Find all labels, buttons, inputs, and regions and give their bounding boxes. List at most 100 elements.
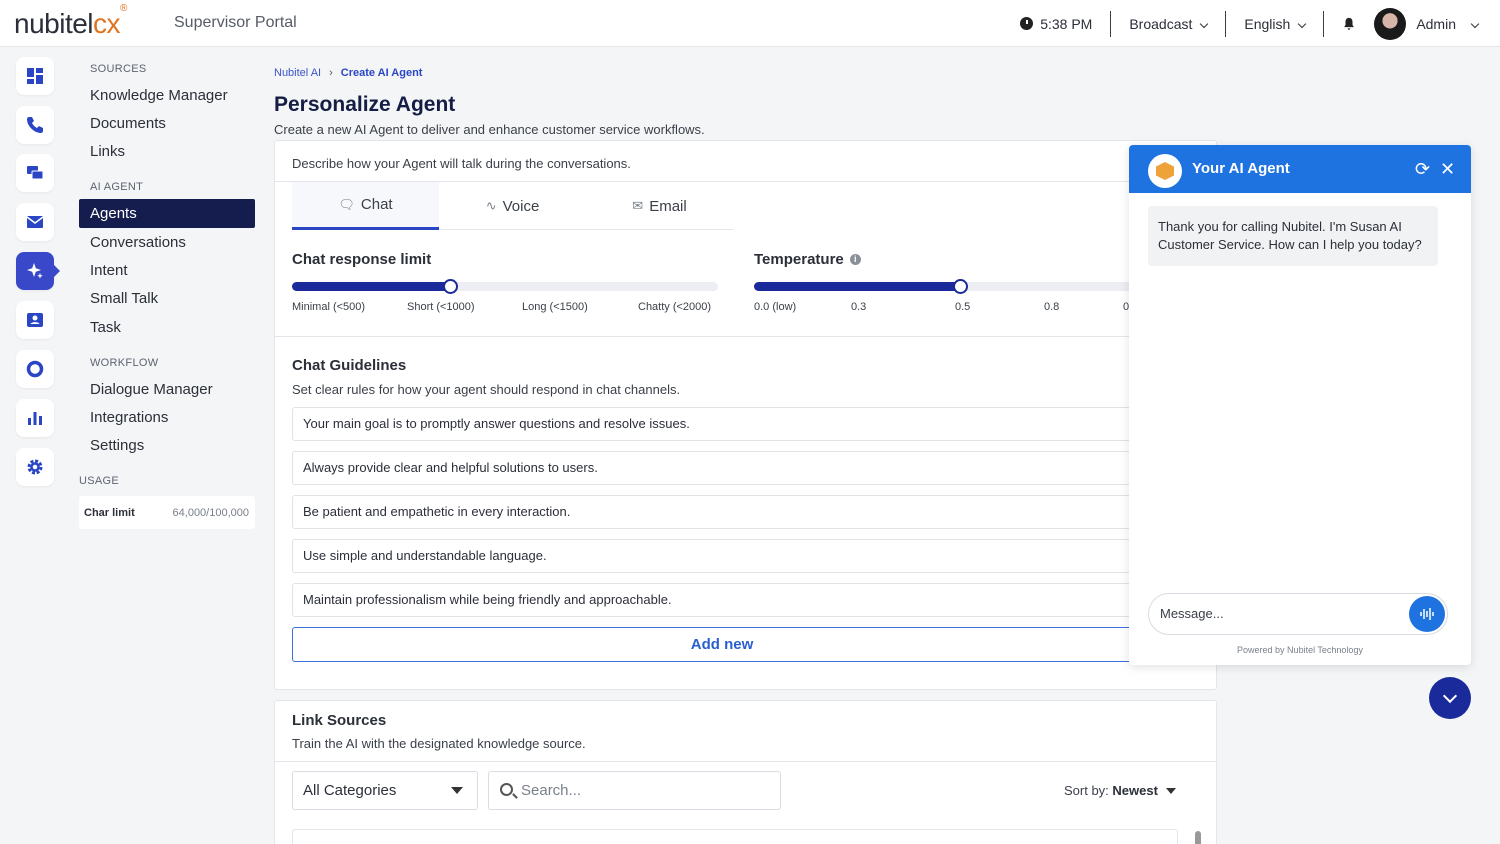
avatar[interactable] — [1374, 7, 1407, 40]
sidebar-item-knowledge-manager[interactable]: Knowledge Manager — [79, 81, 255, 110]
chevron-down-icon — [1470, 19, 1480, 28]
current-time: 5:38 PM — [1040, 15, 1093, 32]
channel-tabs: 🗨 Chat ∿ Voice ✉ Email — [292, 182, 733, 230]
link-sources-card: Link Sources Train the AI with the desig… — [274, 700, 1217, 844]
guidelines-description: Set clear rules for how your agent shoul… — [292, 382, 681, 397]
sidebar-item-settings[interactable]: Settings — [79, 431, 255, 460]
agent-logo-icon — [1148, 154, 1182, 188]
temperature-tick: 0.5 — [955, 301, 971, 313]
user-menu[interactable]: Admin — [1416, 16, 1480, 32]
scroll-down-button[interactable] — [1429, 677, 1471, 719]
chat-bubble-icon: 🗨 — [338, 196, 355, 212]
bell-icon[interactable] — [1342, 17, 1356, 31]
temperature-tick: 0.3 — [851, 301, 867, 313]
response-limit-slider-handle[interactable] — [442, 279, 458, 294]
temperature-label: Temperature i — [754, 251, 861, 268]
mail-icon[interactable] — [16, 203, 54, 241]
ai-sparkle-icon[interactable] — [16, 252, 60, 290]
sidebar-item-links[interactable]: Links — [79, 137, 255, 166]
close-icon[interactable]: ✕ — [1440, 159, 1455, 179]
donut-chart-icon[interactable] — [16, 350, 54, 388]
caret-down-icon — [451, 787, 463, 794]
caret-down-icon — [1165, 788, 1176, 794]
response-limit-tick: Minimal (<500) — [292, 301, 366, 313]
category-select[interactable]: All Categories — [292, 771, 478, 810]
envelope-icon: ✉ — [632, 198, 644, 213]
section-label-workflow: WORKFLOW — [90, 357, 159, 369]
agent-message: Thank you for calling Nubitel. I'm Susan… — [1148, 206, 1438, 266]
page-subtitle: Create a new AI Agent to deliver and enh… — [274, 122, 705, 137]
sidebar: SOURCES Knowledge Manager Documents Link… — [70, 47, 265, 844]
guideline-input[interactable]: Your main goal is to promptly answer que… — [292, 407, 1152, 441]
add-new-guideline-button[interactable]: Add new — [292, 627, 1152, 662]
bar-chart-icon[interactable] — [16, 399, 54, 437]
guideline-input[interactable]: Always provide clear and helpful solutio… — [292, 451, 1152, 485]
usage-char-limit: Char limit 64,000/100,000 — [79, 496, 255, 529]
voice-input-button[interactable] — [1409, 596, 1445, 632]
sidebar-item-small-talk[interactable]: Small Talk — [79, 284, 255, 313]
section-label-usage: USAGE — [79, 475, 120, 487]
sidebar-item-conversations[interactable]: Conversations — [79, 228, 255, 257]
link-sources-title: Link Sources — [292, 712, 387, 729]
search-icon — [500, 783, 513, 796]
sidebar-item-dialogue-manager[interactable]: Dialogue Manager — [79, 375, 255, 404]
waveform-icon: ∿ — [485, 198, 497, 213]
temperature-tick: 0.0 (low) — [754, 301, 797, 313]
style-description: Describe how your Agent will talk during… — [292, 156, 631, 171]
table-row[interactable] — [292, 829, 1178, 844]
chat-title: Your AI Agent — [1192, 160, 1290, 177]
chat-icon[interactable] — [16, 154, 54, 192]
tab-chat[interactable]: 🗨 Chat — [292, 182, 439, 230]
temperature-slider[interactable] — [754, 279, 1174, 294]
breadcrumb-current: Create AI Agent — [340, 67, 423, 79]
waveform-icon — [1420, 608, 1434, 620]
breadcrumb: Nubitel AI › Create AI Agent — [274, 67, 423, 79]
scrollbar[interactable] — [1195, 831, 1201, 844]
nubitel-logo[interactable]: nubitelcx® — [14, 3, 127, 40]
top-bar: nubitelcx® Supervisor Portal 5:38 PM Bro… — [0, 0, 1500, 47]
guideline-input[interactable]: Maintain professionalism while being fri… — [292, 583, 1152, 617]
temperature-slider-handle[interactable] — [952, 279, 968, 294]
broadcast-dropdown[interactable]: Broadcast — [1129, 16, 1209, 32]
dashboard-icon[interactable] — [16, 57, 54, 95]
tab-email[interactable]: ✉ Email — [586, 182, 733, 230]
tab-voice[interactable]: ∿ Voice — [439, 182, 586, 230]
message-input[interactable]: Message... — [1148, 593, 1448, 635]
info-icon[interactable]: i — [849, 254, 861, 265]
clock-icon — [1020, 17, 1034, 30]
page-title: Personalize Agent — [274, 93, 456, 116]
chat-header: Your AI Agent ⟳ ✕ — [1129, 145, 1471, 193]
refresh-icon[interactable]: ⟳ — [1415, 159, 1430, 179]
powered-by-text: Powered by Nubitel Technology — [1237, 645, 1363, 655]
sidebar-item-intent[interactable]: Intent — [79, 256, 255, 285]
sidebar-item-agents[interactable]: Agents — [79, 199, 255, 228]
breadcrumb-root[interactable]: Nubitel AI — [274, 67, 321, 79]
sidebar-item-integrations[interactable]: Integrations — [79, 403, 255, 432]
icon-rail — [0, 47, 70, 844]
sidebar-item-documents[interactable]: Documents — [79, 109, 255, 138]
chevron-down-icon — [1200, 19, 1209, 28]
guideline-input[interactable]: Be patient and empathetic in every inter… — [292, 495, 1152, 529]
link-sources-description: Train the AI with the designated knowled… — [292, 736, 586, 751]
response-limit-tick: Short (<1000) — [407, 301, 475, 313]
conversation-style-card: Describe how your Agent will talk during… — [274, 140, 1217, 690]
response-limit-label: Chat response limit — [292, 251, 432, 268]
response-limit-slider[interactable] — [292, 279, 718, 294]
portal-title: Supervisor Portal — [174, 14, 297, 31]
contact-card-icon[interactable] — [16, 301, 54, 339]
gear-icon[interactable] — [16, 448, 54, 486]
sidebar-item-task[interactable]: Task — [79, 313, 255, 342]
phone-icon[interactable] — [16, 106, 54, 144]
search-input[interactable]: Search... — [488, 771, 781, 810]
temperature-tick: 0.8 — [1044, 301, 1060, 313]
chat-preview-widget: Your AI Agent ⟳ ✕ Thank you for calling … — [1129, 145, 1471, 665]
guidelines-title: Chat Guidelines — [292, 357, 407, 374]
sort-dropdown[interactable]: Sort by: Newest — [1064, 783, 1176, 798]
section-label-sources: SOURCES — [90, 63, 147, 75]
chevron-down-icon — [1298, 19, 1307, 28]
response-limit-tick: Chatty (<2000) — [638, 301, 712, 313]
response-limit-tick: Long (<1500) — [522, 301, 588, 313]
guideline-input[interactable]: Use simple and understandable language. — [292, 539, 1152, 573]
section-label-ai-agent: AI AGENT — [90, 181, 144, 193]
language-dropdown[interactable]: English — [1244, 16, 1307, 32]
